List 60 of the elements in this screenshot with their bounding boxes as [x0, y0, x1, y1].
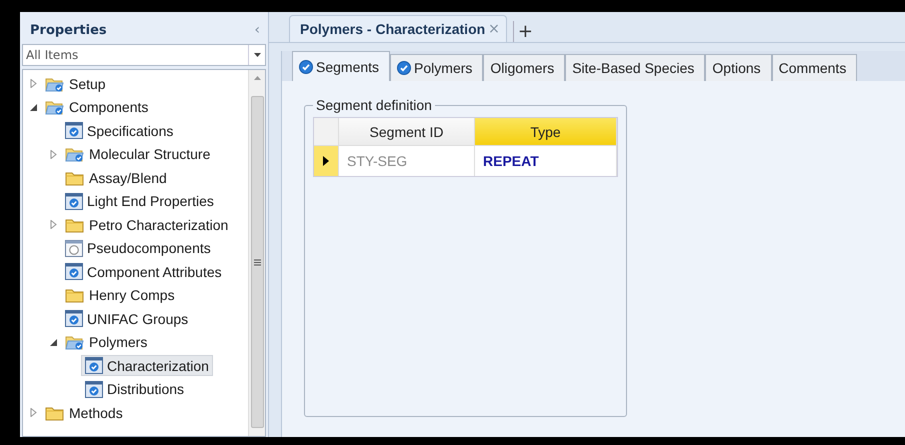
tab[interactable]: Site-Based Species — [565, 54, 706, 81]
grip-icon — [254, 258, 260, 266]
collapsed-arrow-icon[interactable] — [30, 79, 38, 88]
tree-item[interactable]: UNIFAC Groups — [61, 308, 192, 330]
collapsed-arrow-icon[interactable] — [30, 408, 38, 418]
tab[interactable]: Polymers — [390, 54, 484, 81]
form-check-icon — [65, 192, 83, 210]
column-header[interactable]: Segment ID — [339, 118, 475, 146]
tree-item[interactable]: Characterization — [81, 355, 213, 376]
folder-check-icon — [45, 76, 65, 92]
tab[interactable]: Comments — [772, 54, 858, 81]
tree-item[interactable]: Pseudocomponents — [61, 238, 215, 259]
form-check-icon — [85, 380, 103, 398]
folder-icon — [65, 287, 85, 304]
tree-item[interactable]: Assay/Blend — [61, 168, 171, 188]
folder-check-icon — [45, 99, 65, 116]
document-tab[interactable]: Polymers - Characterization × — [289, 15, 507, 42]
tree-item[interactable]: Petro Characterization — [61, 214, 232, 235]
tree-item[interactable]: Polymers — [61, 332, 152, 352]
form-check-icon — [65, 263, 83, 280]
folder-icon — [65, 170, 85, 186]
collapsed-arrow-icon[interactable] — [50, 220, 58, 230]
tree-item[interactable]: Henry Comps — [61, 285, 179, 306]
check-circle-icon — [397, 61, 412, 75]
expanded-arrow-icon[interactable] — [30, 102, 38, 112]
document-title: Polymers - Characterization — [300, 21, 486, 37]
collapsed-arrow-icon[interactable] — [50, 150, 58, 159]
tab[interactable]: Segments — [292, 51, 390, 81]
filter-dropdown[interactable]: All Items — [22, 44, 266, 66]
folder-check-icon — [65, 334, 85, 350]
dropdown-arrow-icon — [254, 53, 260, 57]
tree-item[interactable]: Setup — [41, 74, 110, 94]
tree-item[interactable]: Molecular Structure — [61, 144, 214, 164]
tab[interactable]: Oligomers — [483, 54, 566, 81]
new-tab-button[interactable]: + — [512, 21, 537, 42]
column-header[interactable]: Type — [475, 118, 617, 146]
tree-item[interactable]: Light End Properties — [61, 190, 218, 212]
folder-icon — [45, 404, 65, 421]
table-cell: REPEAT — [475, 146, 617, 176]
scroll-thumb[interactable] — [250, 96, 264, 428]
tree-item[interactable]: Methods — [41, 402, 127, 423]
tree-item[interactable]: Distributions — [81, 378, 188, 400]
scroll-up-icon[interactable] — [254, 76, 260, 80]
form-check-icon — [85, 357, 103, 374]
scrollbar[interactable] — [248, 70, 265, 436]
panel-title: Properties — [30, 22, 107, 38]
expanded-arrow-icon[interactable] — [50, 338, 58, 347]
folder-check-icon — [65, 146, 85, 162]
tab[interactable]: Options — [705, 54, 772, 81]
tree-item[interactable]: Component Attributes — [61, 261, 226, 282]
form-check-icon — [65, 122, 83, 140]
current-row-icon — [323, 156, 329, 166]
check-circle-icon — [299, 60, 313, 74]
form-check-icon — [65, 310, 83, 328]
tree-item[interactable]: Specifications — [61, 120, 178, 142]
row-header[interactable] — [314, 146, 339, 176]
group-title: Segment definition — [315, 97, 433, 113]
tree-item[interactable]: Components — [41, 97, 152, 118]
folder-icon — [65, 216, 85, 233]
table-cell: STY-SEG — [339, 146, 475, 176]
